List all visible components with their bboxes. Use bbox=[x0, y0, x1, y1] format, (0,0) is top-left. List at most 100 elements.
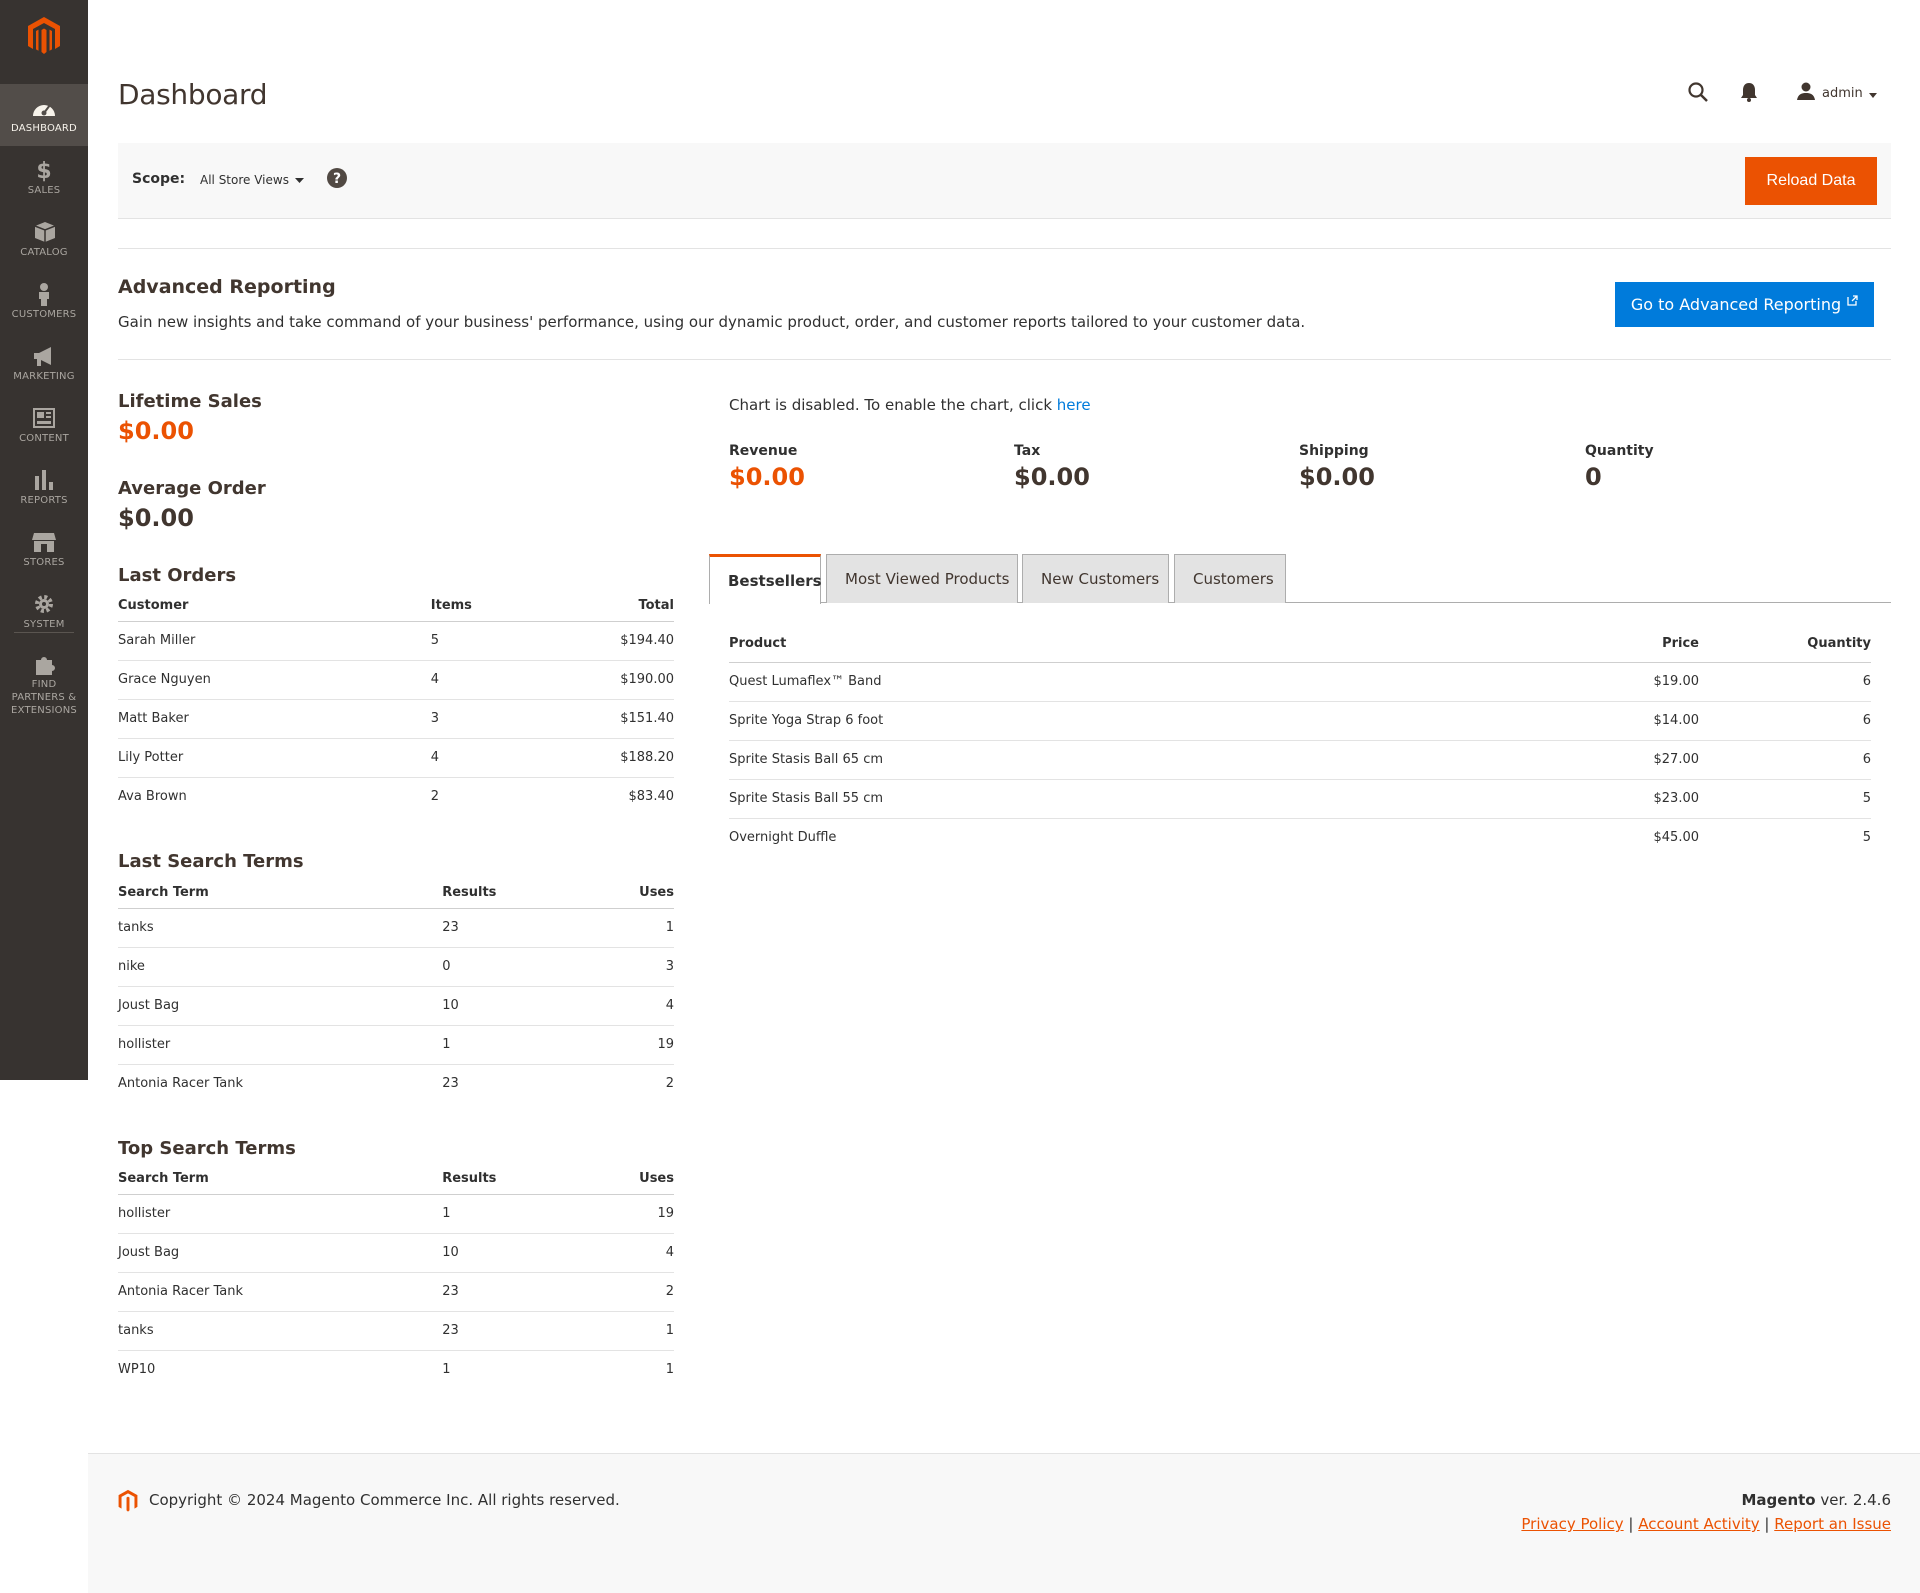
reload-data-button[interactable]: Reload Data bbox=[1745, 157, 1877, 205]
table-cell: $151.40 bbox=[620, 699, 674, 739]
table-cell: $27.00 bbox=[1499, 740, 1699, 780]
sidebar-item-marketing[interactable]: MARKETING bbox=[0, 332, 88, 394]
table-row[interactable]: Lily Potter 4 $188.20 bbox=[118, 738, 674, 778]
tab-most-viewed-products[interactable]: Most Viewed Products bbox=[826, 554, 1018, 603]
table-cell: 10 bbox=[442, 1233, 640, 1273]
sidebar-item-stores[interactable]: STORES bbox=[0, 518, 88, 580]
sidebar-item-partners[interactable]: FIND PARTNERS & EXTENSIONS bbox=[0, 642, 88, 716]
table-cell: $45.00 bbox=[1653, 830, 1700, 846]
table-row[interactable]: Sarah Miller 5 $194.40 bbox=[118, 621, 674, 661]
privacy-policy-link[interactable]: Privacy Policy bbox=[1521, 1515, 1623, 1533]
table-row[interactable]: Quest Lumaflex™ Band $19.00 6 bbox=[729, 662, 1871, 702]
table-row[interactable]: Sprite Stasis Ball 55 cm $23.00 5 bbox=[729, 779, 1871, 819]
table-cell: 4 bbox=[430, 660, 621, 700]
table-cell: 23 bbox=[442, 1311, 640, 1351]
table-cell: 23 bbox=[442, 1272, 640, 1312]
table-cell: 6 bbox=[1699, 701, 1871, 741]
table-cell: 3 bbox=[639, 947, 674, 987]
table-row: tanks 23 1 bbox=[118, 908, 674, 948]
user-account-menu[interactable]: admin bbox=[1796, 82, 1877, 104]
magento-logo-icon[interactable] bbox=[23, 12, 65, 60]
total-value: 0 bbox=[1585, 463, 1602, 491]
table-row[interactable]: Matt Baker 3 $151.40 bbox=[118, 699, 674, 739]
notifications-button[interactable] bbox=[1726, 76, 1772, 112]
bell-icon bbox=[1740, 82, 1758, 106]
advanced-reporting-title: Advanced Reporting bbox=[118, 276, 336, 298]
account-activity-link[interactable]: Account Activity bbox=[1638, 1515, 1759, 1533]
sidebar-item-content[interactable]: CONTENT bbox=[0, 394, 88, 456]
svg-text:$: $ bbox=[36, 159, 51, 182]
table-row[interactable]: Sprite Yoga Strap 6 foot $14.00 6 bbox=[729, 701, 1871, 741]
sidebar-item-customers[interactable]: CUSTOMERS bbox=[0, 270, 88, 332]
sidebar-item-label: CATALOG bbox=[20, 247, 68, 258]
top-search-terms-table: Search Term Results Uses hollister 1 19 Jo… bbox=[118, 1164, 674, 1389]
table-cell: 1 bbox=[442, 1362, 451, 1378]
total-label: Tax bbox=[1014, 443, 1041, 459]
table-cell: $19.00 bbox=[1499, 662, 1699, 702]
table-cell: 19 bbox=[639, 1025, 674, 1065]
scope-help-button[interactable]: ? bbox=[324, 167, 350, 193]
sidebar-item-sales[interactable]: $ SALES bbox=[0, 146, 88, 208]
sidebar-item-catalog[interactable]: CATALOG bbox=[0, 208, 88, 270]
bar-chart-icon bbox=[31, 468, 57, 492]
table-header-row: Product Price Quantity bbox=[729, 626, 1871, 663]
tab-new-customers[interactable]: New Customers bbox=[1022, 554, 1169, 603]
table-cell: 1 bbox=[639, 1311, 674, 1351]
box-icon bbox=[31, 220, 57, 244]
table-cell: WP10 bbox=[118, 1362, 156, 1378]
lifetime-sales-value: $0.00 bbox=[118, 417, 194, 445]
global-search-button[interactable] bbox=[1675, 76, 1721, 112]
lifetime-sales-title: Lifetime Sales bbox=[118, 391, 262, 412]
gear-icon bbox=[31, 592, 57, 616]
table-cell: 23 bbox=[442, 1076, 459, 1092]
store-view-switcher[interactable]: All Store Views bbox=[184, 163, 310, 197]
table-row[interactable]: Overnight Duffle $45.00 5 bbox=[729, 818, 1871, 857]
layout-icon bbox=[31, 406, 57, 430]
table-row[interactable]: Ava Brown 2 $83.40 bbox=[118, 777, 674, 816]
store-view-selected: All Store Views bbox=[200, 173, 289, 187]
column-header: Product bbox=[729, 626, 1499, 663]
link-separator: | bbox=[1759, 1515, 1775, 1533]
puzzle-icon bbox=[31, 654, 57, 676]
sidebar-item-label: FIND PARTNERS & EXTENSIONS bbox=[11, 679, 77, 716]
sidebar-item-dashboard[interactable]: DASHBOARD bbox=[0, 84, 88, 146]
search-icon bbox=[1687, 81, 1709, 107]
table-header-row: Search Term Results Uses bbox=[118, 1164, 674, 1195]
table-cell: 4 bbox=[430, 738, 621, 778]
go-to-advanced-reporting-button[interactable]: Go to Advanced Reporting bbox=[1615, 282, 1874, 327]
table-cell: 10 bbox=[442, 986, 640, 1026]
tab-customers[interactable]: Customers bbox=[1174, 554, 1286, 603]
average-order-title: Average Order bbox=[118, 478, 266, 499]
table-row: WP10 1 1 bbox=[118, 1350, 674, 1389]
table-cell: Antonia Racer Tank bbox=[118, 1076, 243, 1092]
enable-chart-link[interactable]: here bbox=[1057, 396, 1091, 414]
sidebar-item-label: CONTENT bbox=[19, 433, 69, 444]
table-header-row: Search Term Results Uses bbox=[118, 878, 674, 909]
revenue-total: Revenue $0.00 bbox=[729, 443, 805, 491]
report-issue-link[interactable]: Report an Issue bbox=[1774, 1515, 1891, 1533]
tab-bestsellers[interactable]: Bestsellers bbox=[709, 554, 822, 604]
table-row: nike 0 3 bbox=[118, 947, 674, 987]
table-row[interactable]: Sprite Stasis Ball 65 cm $27.00 6 bbox=[729, 740, 1871, 780]
dollar-icon: $ bbox=[31, 158, 57, 182]
table-row[interactable]: Grace Nguyen 4 $190.00 bbox=[118, 660, 674, 700]
tax-total: Tax $0.00 bbox=[1014, 443, 1090, 491]
sidebar-item-label: SALES bbox=[27, 185, 61, 196]
total-label: Shipping bbox=[1299, 443, 1369, 459]
table-cell: 1 bbox=[442, 1194, 640, 1234]
dashboard-icon bbox=[31, 96, 57, 120]
table-cell: tanks bbox=[118, 1311, 443, 1351]
last-orders-title: Last Orders bbox=[118, 565, 237, 586]
sidebar-item-reports[interactable]: REPORTS bbox=[0, 456, 88, 518]
table-cell: $194.40 bbox=[620, 621, 674, 661]
column-header: Search Term bbox=[118, 878, 443, 909]
table-cell: $83.40 bbox=[628, 789, 675, 805]
sidebar-divider bbox=[14, 632, 74, 633]
column-header: Customer bbox=[118, 591, 431, 622]
chart-disabled-text: Chart is disabled. To enable the chart, … bbox=[729, 396, 1057, 414]
sidebar-item-label: CUSTOMERS bbox=[11, 309, 77, 320]
column-header: Results bbox=[442, 878, 640, 909]
user-name[interactable]: admin bbox=[1822, 86, 1863, 101]
divider bbox=[118, 248, 1891, 249]
table-cell: 6 bbox=[1699, 662, 1871, 702]
